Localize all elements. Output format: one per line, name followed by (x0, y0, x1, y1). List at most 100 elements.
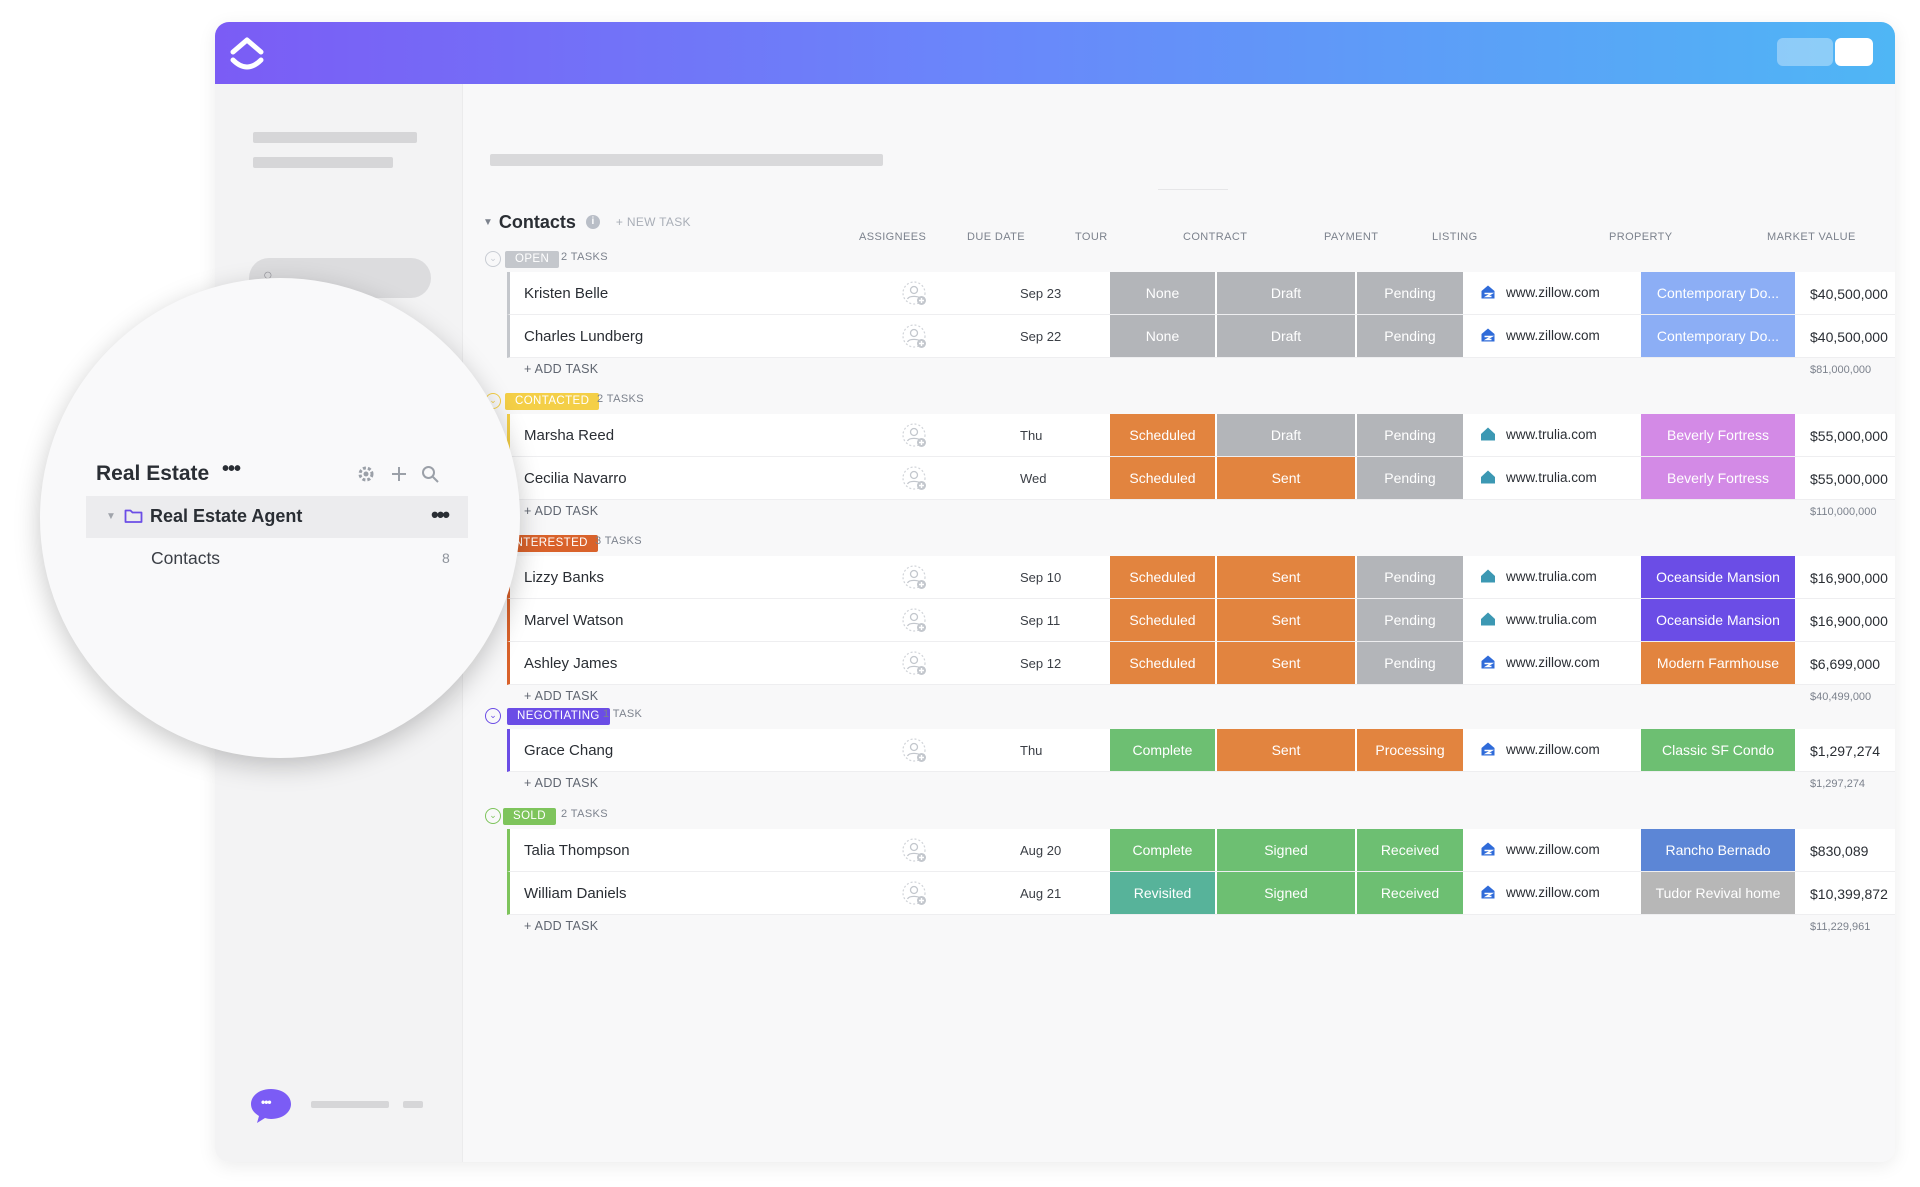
table-row[interactable]: Grace Chang Thu Complete Sent Processing www.… (507, 729, 1895, 772)
group-collapse-icon[interactable]: ⌄ (485, 708, 501, 724)
column-header-property[interactable]: PROPERTY (1609, 231, 1673, 243)
status-badge[interactable]: CONTACTED (505, 393, 600, 410)
table-row[interactable]: Ashley James Sep 12 Scheduled Sent Pending ww… (507, 642, 1895, 685)
clickup-logo-icon[interactable] (225, 30, 269, 76)
market-value[interactable]: $830,089 (1810, 843, 1868, 859)
space-more-icon[interactable]: ••• (222, 458, 241, 481)
property-label[interactable]: Contemporary Do... (1641, 315, 1795, 357)
payment-label[interactable]: Pending (1357, 315, 1463, 357)
expand-caret-icon[interactable]: ▼ (106, 511, 116, 522)
folder-more-icon[interactable]: ••• (431, 502, 450, 528)
tour-label[interactable]: Complete (1110, 829, 1215, 871)
payment-label[interactable]: Pending (1357, 599, 1463, 641)
column-header-assignees[interactable]: ASSIGNEES (859, 231, 926, 243)
due-date[interactable]: Aug 21 (1020, 886, 1061, 901)
payment-label[interactable]: Pending (1357, 556, 1463, 598)
market-value[interactable]: $10,399,872 (1810, 886, 1888, 902)
market-value[interactable]: $40,500,000 (1810, 286, 1888, 302)
tour-label[interactable]: Complete (1110, 729, 1215, 771)
task-name[interactable]: William Daniels (524, 885, 627, 902)
add-task-button[interactable]: + ADD TASK (524, 776, 598, 790)
task-name[interactable]: Lizzy Banks (524, 569, 604, 586)
property-label[interactable]: Oceanside Mansion (1641, 599, 1795, 641)
payment-label[interactable]: Pending (1357, 272, 1463, 314)
listing-link[interactable]: www.zillow.com (1480, 284, 1600, 300)
tour-label[interactable]: Scheduled (1110, 457, 1215, 499)
listing-link[interactable]: www.trulia.com (1480, 426, 1597, 442)
add-assignee-icon[interactable] (902, 423, 928, 449)
property-label[interactable]: Classic SF Condo (1641, 729, 1795, 771)
status-badge[interactable]: NEGOTIATING (507, 708, 610, 725)
table-row[interactable]: William Daniels Aug 21 Revisited Signed Rece… (507, 872, 1895, 915)
payment-label[interactable]: Received (1357, 872, 1463, 914)
property-label[interactable]: Beverly Fortress (1641, 457, 1795, 499)
column-header-payment[interactable]: PAYMENT (1324, 231, 1378, 243)
tour-label[interactable]: Scheduled (1110, 556, 1215, 598)
due-date[interactable]: Thu (1020, 743, 1042, 758)
market-value[interactable]: $16,900,000 (1810, 570, 1888, 586)
due-date[interactable]: Wed (1020, 471, 1047, 486)
listing-link[interactable]: www.zillow.com (1480, 327, 1600, 343)
folder-item[interactable]: ▼ Real Estate Agent ••• (86, 496, 468, 538)
info-icon[interactable]: i (585, 215, 600, 229)
payment-label[interactable]: Pending (1357, 642, 1463, 684)
add-assignee-icon[interactable] (902, 881, 928, 907)
tour-label[interactable]: Revisited (1110, 872, 1215, 914)
contract-label[interactable]: Draft (1217, 414, 1355, 456)
due-date[interactable]: Sep 10 (1020, 570, 1061, 585)
chat-icon[interactable]: ••• (248, 1086, 294, 1126)
table-row[interactable]: Marsha Reed Thu Scheduled Draft Pending www.t… (507, 414, 1895, 457)
contract-label[interactable]: Sent (1217, 556, 1355, 598)
tour-label[interactable]: None (1110, 315, 1215, 357)
market-value[interactable]: $55,000,000 (1810, 428, 1888, 444)
contract-label[interactable]: Sent (1217, 457, 1355, 499)
market-value[interactable]: $40,500,000 (1810, 329, 1888, 345)
add-assignee-icon[interactable] (902, 324, 928, 350)
add-assignee-icon[interactable] (902, 466, 928, 492)
listing-link[interactable]: www.zillow.com (1480, 841, 1600, 857)
table-row[interactable]: Marvel Watson Sep 11 Scheduled Sent Pending w… (507, 599, 1895, 642)
due-date[interactable]: Sep 12 (1020, 656, 1061, 671)
property-label[interactable]: Oceanside Mansion (1641, 556, 1795, 598)
topbar-button[interactable] (1835, 38, 1873, 66)
contract-label[interactable]: Sent (1217, 599, 1355, 641)
collapse-caret-icon[interactable]: ▼ (483, 217, 493, 228)
add-assignee-icon[interactable] (902, 738, 928, 764)
contract-label[interactable]: Draft (1217, 315, 1355, 357)
plus-icon[interactable] (389, 464, 409, 484)
add-assignee-icon[interactable] (902, 608, 928, 634)
market-value[interactable]: $1,297,274 (1810, 743, 1880, 759)
status-badge[interactable]: OPEN (505, 251, 560, 268)
tour-label[interactable]: None (1110, 272, 1215, 314)
task-name[interactable]: Charles Lundberg (524, 328, 643, 345)
property-label[interactable]: Tudor Revival home (1641, 872, 1795, 914)
payment-label[interactable]: Processing (1357, 729, 1463, 771)
add-task-button[interactable]: + ADD TASK (524, 504, 598, 518)
column-header-tour[interactable]: TOUR (1075, 231, 1108, 243)
gear-icon[interactable] (356, 464, 376, 484)
property-label[interactable]: Modern Farmhouse (1641, 642, 1795, 684)
task-name[interactable]: Marsha Reed (524, 427, 614, 444)
task-name[interactable]: Marvel Watson (524, 612, 623, 629)
add-assignee-icon[interactable] (902, 838, 928, 864)
task-name[interactable]: Grace Chang (524, 742, 613, 759)
column-header-contract[interactable]: CONTRACT (1183, 231, 1247, 243)
contract-label[interactable]: Signed (1217, 872, 1355, 914)
market-value[interactable]: $16,900,000 (1810, 613, 1888, 629)
add-task-button[interactable]: + ADD TASK (524, 362, 598, 376)
due-date[interactable]: Sep 22 (1020, 329, 1061, 344)
listing-link[interactable]: www.zillow.com (1480, 654, 1600, 670)
contract-label[interactable]: Sent (1217, 642, 1355, 684)
property-label[interactable]: Beverly Fortress (1641, 414, 1795, 456)
add-task-button[interactable]: + ADD TASK (524, 919, 598, 933)
add-assignee-icon[interactable] (902, 651, 928, 677)
status-badge[interactable]: SOLD (503, 808, 556, 825)
listing-link[interactable]: www.zillow.com (1480, 884, 1600, 900)
tour-label[interactable]: Scheduled (1110, 599, 1215, 641)
market-value[interactable]: $6,699,000 (1810, 656, 1880, 672)
listing-link[interactable]: www.trulia.com (1480, 568, 1597, 584)
topbar-button[interactable] (1777, 38, 1833, 66)
new-task-button[interactable]: + NEW TASK (616, 215, 691, 229)
table-row[interactable]: Talia Thompson Aug 20 Complete Signed Receiv… (507, 829, 1895, 872)
search-icon[interactable] (420, 464, 440, 484)
